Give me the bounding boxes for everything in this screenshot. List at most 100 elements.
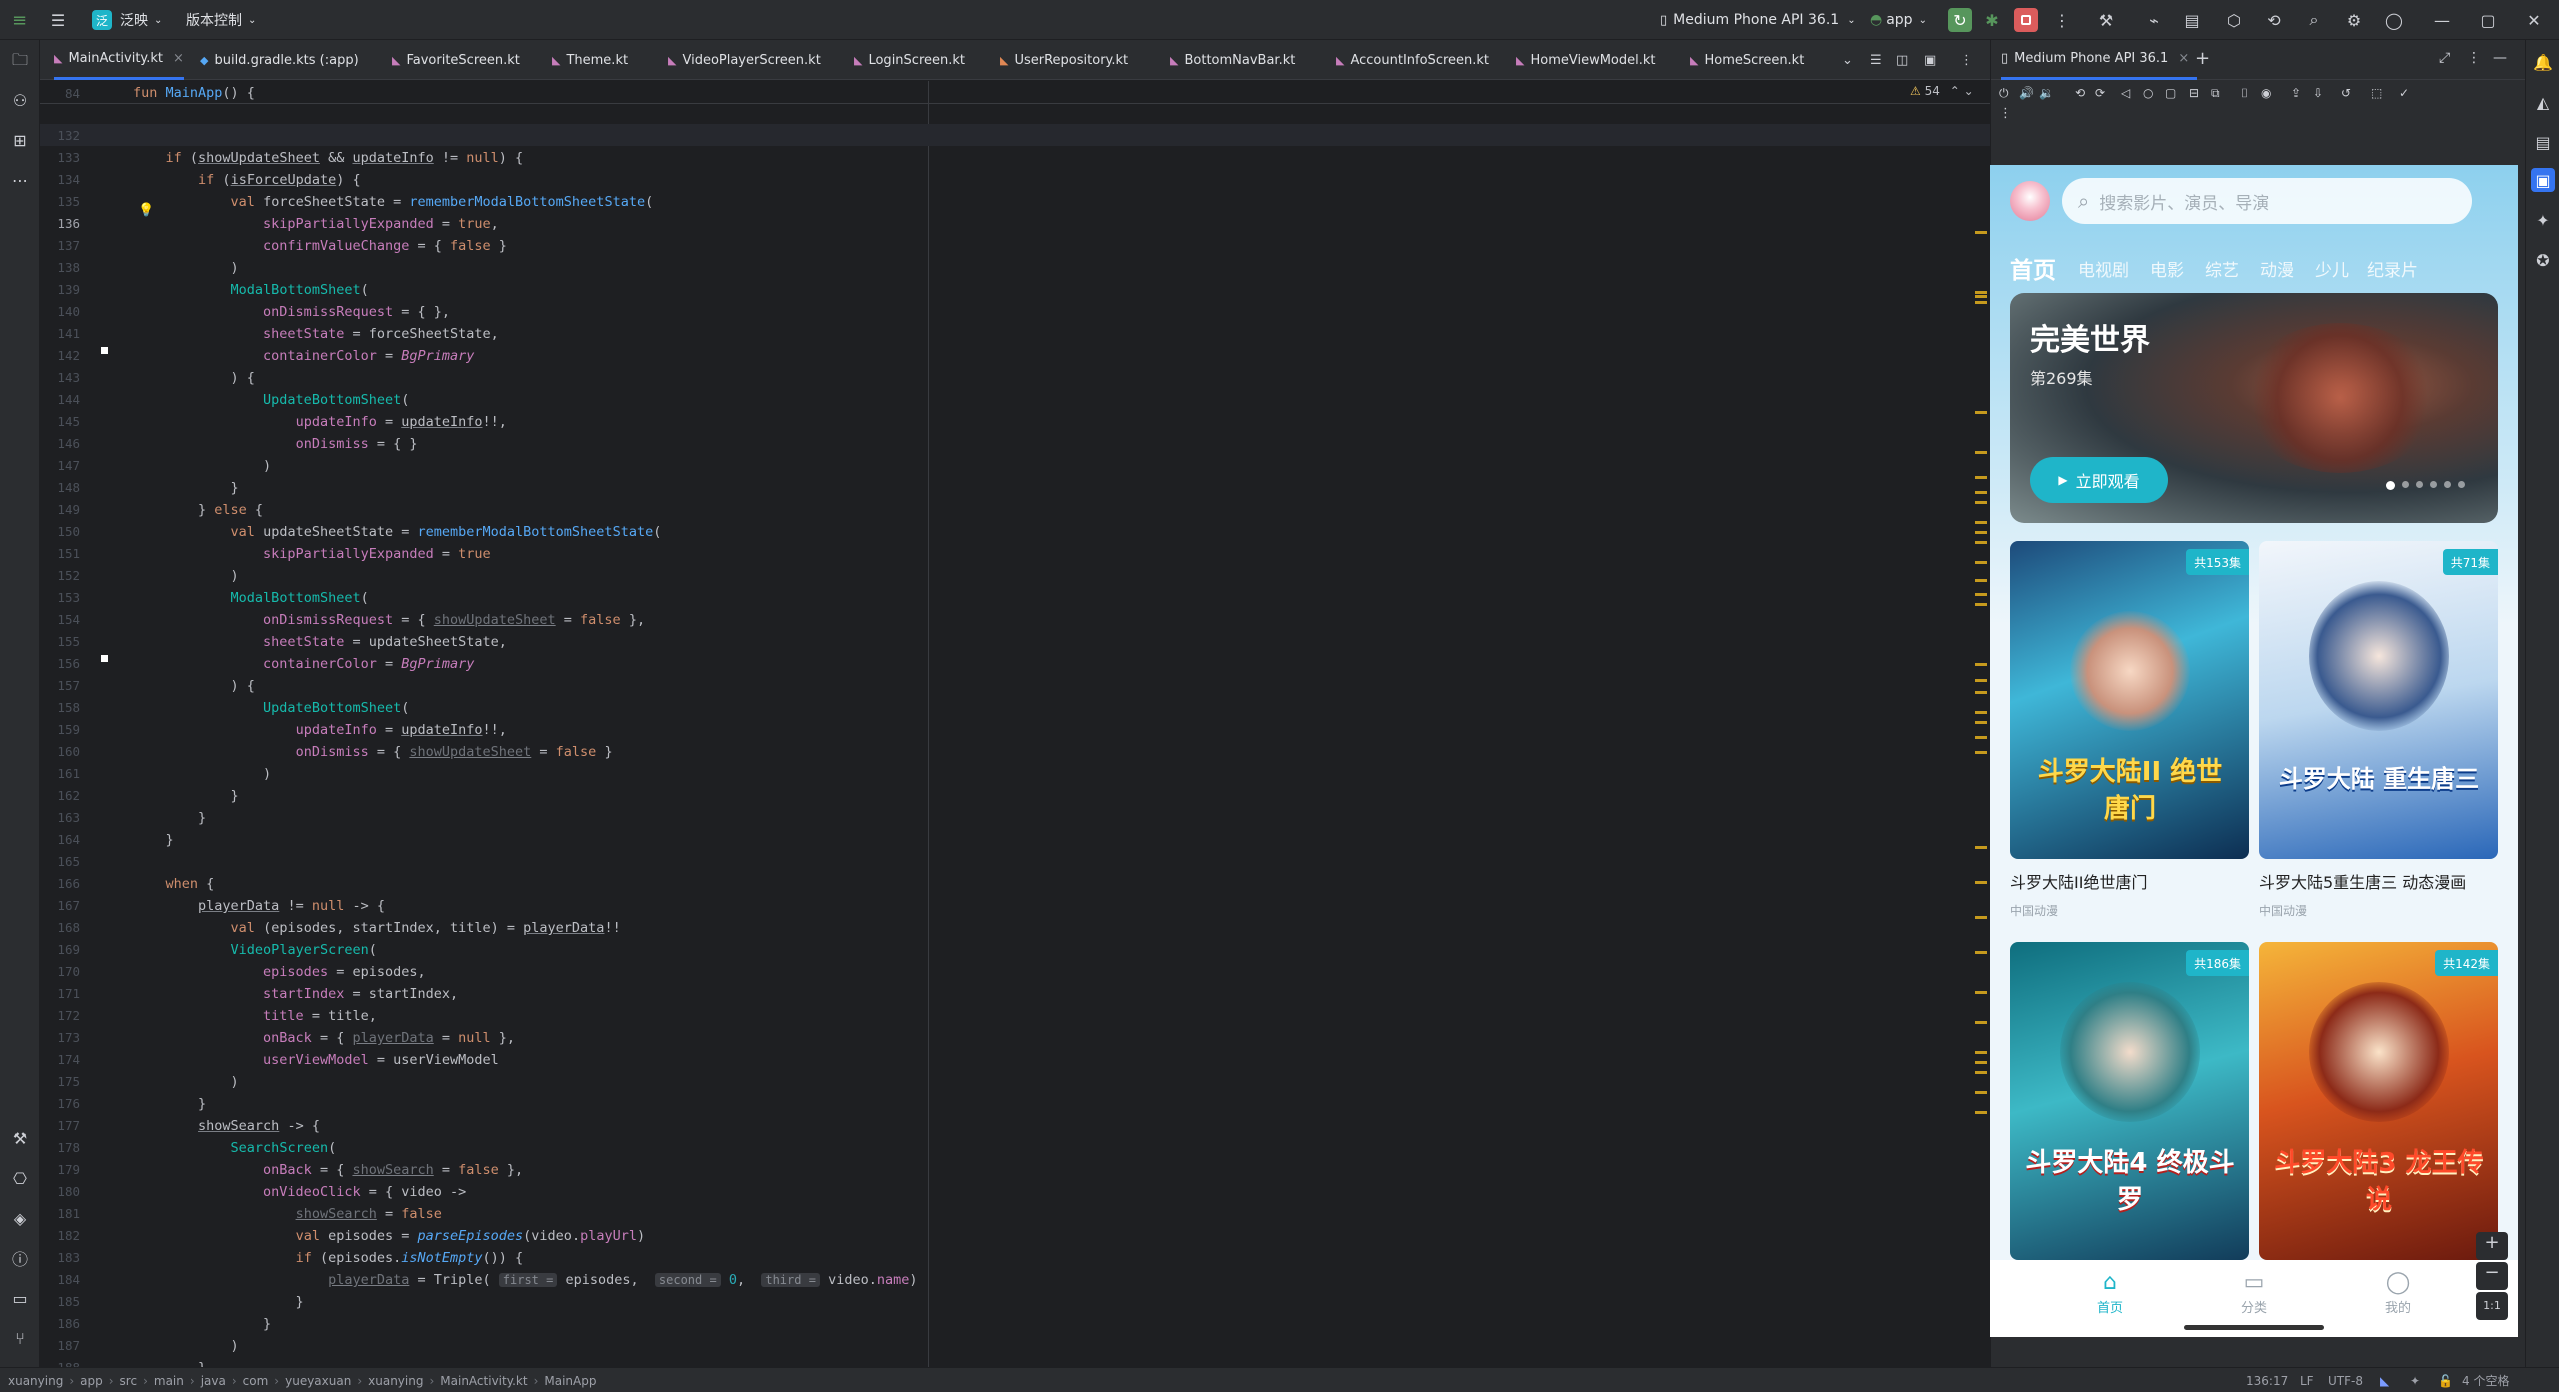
- build-icon[interactable]: ⚒: [2094, 8, 2118, 32]
- ai-assistant-icon[interactable]: ✪: [2531, 248, 2555, 272]
- color-swatch-icon[interactable]: [101, 655, 108, 662]
- open-external-icon[interactable]: ⤢: [2439, 50, 2450, 66]
- stripe-mark[interactable]: [1975, 593, 1987, 596]
- device-selector[interactable]: ▯ Medium Phone API 36.1 ⌄: [1660, 0, 1856, 40]
- structure-icon[interactable]: ⊞: [8, 128, 32, 152]
- stripe-mark[interactable]: [1975, 1071, 1987, 1074]
- stripe-mark[interactable]: [1975, 711, 1987, 714]
- lock-icon[interactable]: 🔓: [2438, 1368, 2453, 1392]
- line-separator[interactable]: LF: [2300, 1368, 2314, 1392]
- card-title[interactable]: 斗罗大陆II绝世唐门: [2010, 869, 2147, 893]
- breadcrumb-item[interactable]: src: [120, 1374, 138, 1388]
- more-vert-icon[interactable]: ⋮: [1960, 40, 1973, 80]
- tab-movie[interactable]: 电影: [2150, 256, 2184, 281]
- check-icon[interactable]: ✓: [2399, 86, 2409, 100]
- stripe-mark[interactable]: [1975, 301, 1987, 304]
- stripe-mark[interactable]: [1975, 1061, 1987, 1064]
- file-encoding[interactable]: UTF-8: [2328, 1368, 2363, 1392]
- tab-userrepository[interactable]: ◣ UserRepository.kt: [1000, 40, 1128, 80]
- code-view-icon[interactable]: ☰: [1870, 40, 1882, 80]
- profiler-icon[interactable]: ⌁: [2142, 8, 2166, 32]
- stripe-mark[interactable]: [1975, 916, 1987, 919]
- gradle-icon[interactable]: ◭: [2531, 90, 2555, 114]
- tab-mainactivity[interactable]: ◣ MainActivity.kt ×: [54, 40, 184, 80]
- main-menu-icon[interactable]: ☰: [46, 8, 70, 32]
- breadcrumb-item[interactable]: xuanying: [8, 1374, 63, 1388]
- stripe-mark[interactable]: [1975, 451, 1987, 454]
- nav-home[interactable]: ⌂ 首页: [2070, 1270, 2150, 1316]
- stripe-mark[interactable]: [1975, 881, 1987, 884]
- project-folder-icon[interactable]: 🗀: [8, 50, 32, 74]
- volume-up-icon[interactable]: 🔊: [2019, 86, 2034, 100]
- zoom-out-button[interactable]: −: [2476, 1262, 2508, 1290]
- stripe-mark[interactable]: [1975, 603, 1987, 606]
- mirror-icon[interactable]: ⧉: [2211, 86, 2220, 101]
- search-icon[interactable]: ⌕: [2302, 8, 2326, 32]
- notifications-icon[interactable]: 🔔: [2531, 50, 2555, 74]
- reset-icon[interactable]: ↺: [2341, 86, 2351, 100]
- more-vert-icon[interactable]: ⋮: [2467, 50, 2481, 66]
- stripe-mark[interactable]: [1975, 951, 1987, 954]
- more-tools-icon[interactable]: ⋯: [8, 168, 32, 192]
- stripe-mark[interactable]: [1975, 751, 1987, 754]
- stripe-mark[interactable]: [1975, 291, 1987, 294]
- stripe-mark[interactable]: [1975, 476, 1987, 479]
- back-icon[interactable]: ◁: [2121, 86, 2130, 100]
- running-devices-icon[interactable]: ▣: [2531, 168, 2555, 192]
- breadcrumb-item[interactable]: xuanying: [368, 1374, 423, 1388]
- settings-gear-icon[interactable]: ⚙: [2342, 8, 2366, 32]
- add-device-icon[interactable]: +: [2195, 48, 2210, 69]
- video-card[interactable]: 斗罗大陆4 终极斗罗 共186集: [2010, 942, 2249, 1260]
- zoom-actual-size-button[interactable]: 1:1: [2476, 1292, 2508, 1320]
- fold-icon[interactable]: ⊟: [2189, 86, 2199, 100]
- close-tab-icon[interactable]: ×: [2178, 51, 2189, 66]
- record-icon[interactable]: ◉: [2261, 86, 2271, 100]
- breadcrumb-item[interactable]: java: [201, 1374, 226, 1388]
- sdk-manager-icon[interactable]: ⬡: [2222, 8, 2246, 32]
- maximize-icon[interactable]: ▢: [2476, 8, 2500, 32]
- tab-accountinfoscreen[interactable]: ◣ AccountInfoScreen.kt: [1336, 40, 1489, 80]
- stripe-mark[interactable]: [1975, 411, 1987, 414]
- build-hammer-icon[interactable]: ⚒: [8, 1126, 32, 1150]
- stripe-mark[interactable]: [1975, 846, 1987, 849]
- stripe-mark[interactable]: [1975, 531, 1987, 534]
- split-view-icon[interactable]: ◫: [1896, 40, 1908, 80]
- color-swatch-icon[interactable]: [101, 347, 108, 354]
- device-manager-icon[interactable]: ▤: [2180, 8, 2204, 32]
- account-icon[interactable]: ◯: [2382, 8, 2406, 32]
- screenshot-icon[interactable]: ⌷: [2241, 86, 2248, 101]
- upload-icon[interactable]: ⇪: [2291, 86, 2301, 100]
- zoom-in-button[interactable]: +: [2476, 1232, 2508, 1260]
- home-icon[interactable]: ○: [2143, 86, 2153, 100]
- stop-button[interactable]: [2014, 8, 2038, 32]
- video-card[interactable]: 斗罗大陆 重生唐三 共71集: [2259, 541, 2498, 859]
- tab-documentary[interactable]: 纪录片: [2367, 256, 2418, 281]
- stripe-mark[interactable]: [1975, 721, 1987, 724]
- gesture-handle[interactable]: [2184, 1325, 2324, 1330]
- stripe-mark[interactable]: [1975, 501, 1987, 504]
- kotlin-icon[interactable]: ◣: [2380, 1368, 2389, 1392]
- rotate-right-icon[interactable]: ⟳: [2095, 86, 2105, 100]
- stripe-mark[interactable]: [1975, 991, 1987, 994]
- breadcrumb-item[interactable]: main: [154, 1374, 184, 1388]
- tab-kids[interactable]: 少儿: [2315, 256, 2349, 281]
- video-card[interactable]: 斗罗大陆3 龙王传说 共142集: [2259, 942, 2498, 1260]
- stripe-mark[interactable]: [1975, 679, 1987, 682]
- tab-home[interactable]: 首页: [2010, 251, 2056, 285]
- problems-icon[interactable]: ⓘ: [8, 1246, 32, 1270]
- nav-category[interactable]: ▭ 分类: [2214, 1270, 2294, 1316]
- tab-favoritescreen[interactable]: ◣ FavoriteScreen.kt: [392, 40, 520, 80]
- tab-anime[interactable]: 动漫: [2260, 256, 2294, 281]
- project-selector[interactable]: 泛 泛映 ⌄: [92, 0, 162, 40]
- code-editor[interactable]: 84 132 133 134 135 136 137 138 139 140 141 142 143 14…: [40, 81, 1990, 1367]
- breadcrumb-item[interactable]: com: [243, 1374, 269, 1388]
- stripe-mark[interactable]: [1975, 736, 1987, 739]
- stripe-mark[interactable]: [1975, 231, 1987, 234]
- power-icon[interactable]: ⏻: [1999, 86, 2009, 101]
- stripe-mark[interactable]: [1975, 663, 1987, 666]
- snapshot-icon[interactable]: ⬚: [2371, 86, 2382, 100]
- error-stripe[interactable]: [1975, 231, 1987, 1331]
- breadcrumb-item[interactable]: MainActivity.kt: [440, 1374, 527, 1388]
- tab-theme[interactable]: ◣ Theme.kt: [552, 40, 628, 80]
- avatar[interactable]: [2010, 181, 2050, 221]
